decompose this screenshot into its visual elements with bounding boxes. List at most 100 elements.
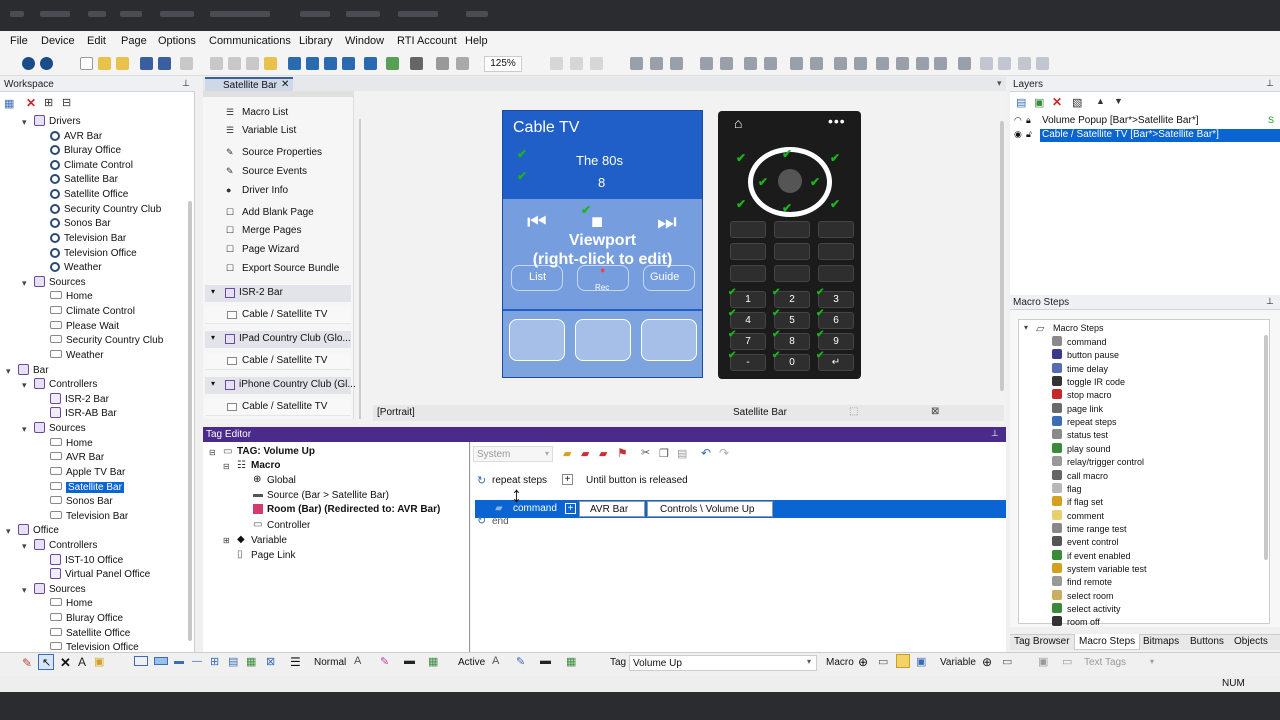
align-left-icon[interactable] [550,57,563,70]
menu-item-source-events[interactable]: Source Events [242,166,307,177]
menu-item-variable-list[interactable]: Variable List [242,125,296,136]
distribute-h-icon[interactable] [700,57,713,70]
lock-icon[interactable]: 🔒︎ [1026,115,1031,126]
expand-icon[interactable]: ⊞ [223,536,230,545]
collapse-icon[interactable]: ▾ [6,364,11,378]
macro-step-item[interactable]: event control [1052,536,1119,547]
room-toggle-icon[interactable] [896,654,910,668]
tag-tree-room[interactable]: Room (Bar) (Redirected to: AVR Bar) [267,504,440,515]
macro-step-item[interactable]: system variable test [1052,562,1147,574]
menu-page[interactable]: Page [121,35,147,47]
collapse-icon[interactable]: ▾ [22,422,27,436]
room-icon[interactable]: ▣ [1038,655,1048,668]
workspace-scrollbar[interactable] [188,201,192,641]
text-tool-icon[interactable]: A [78,655,86,669]
tab-tag-browser[interactable]: Tag Browser [1014,636,1070,647]
snap-icon[interactable] [456,57,469,70]
tag-tree-variable[interactable]: Variable [251,535,287,546]
command-value-field[interactable]: Controls \ Volume Up [647,501,773,517]
collapse-icon[interactable]: ▾ [22,539,27,553]
delete-layer-icon[interactable]: ✕ [1052,95,1062,109]
macro-step-item[interactable]: play sound [1052,442,1111,454]
collapse-icon[interactable]: ⊟ [223,462,230,471]
fill-active-icon[interactable]: ▬ [540,655,551,667]
highlight-active-icon[interactable]: ✎ [516,655,525,668]
picture-tool-icon[interactable]: ▦ [246,655,256,668]
layer-row[interactable]: ◠ 🔒︎ Volume Popup [Bar*>Satellite Bar*] … [1014,115,1278,128]
pin-icon[interactable]: ⊥ [1266,78,1274,89]
remote-preview[interactable]: ⌂ ••• ✔ ✔ ✔ ✔ ✔ ✔ ✔ ✔ 1 ✔ 2 ✔ 3 ✔ 4 ✔ 5 ✔ 6 ✔ 7 ✔ 8 ✔ 9 ✔… [718,111,861,379]
center-h-icon[interactable] [834,57,847,70]
highlight-normal-icon[interactable]: ✎ [380,655,389,668]
space-v-icon[interactable] [810,57,823,70]
macro-step-item[interactable]: status test [1052,429,1108,440]
controller-icon[interactable]: ▭ [1062,655,1072,668]
menu-options[interactable]: Options [158,35,196,47]
macro-step-item[interactable]: repeat steps [1052,416,1117,427]
network-icon[interactable] [342,57,355,70]
macro-step-item[interactable]: comment [1052,509,1104,521]
image-active-icon[interactable]: ▦ [566,655,576,668]
menu-communications[interactable]: Communications [209,35,291,47]
unlock-icon[interactable]: 🔓︎ [1026,129,1032,140]
grid-icon[interactable] [410,57,423,70]
close-tab-icon[interactable]: ✕ [281,79,289,90]
viewport-overlay-lower[interactable] [503,311,702,377]
menu-library[interactable]: Library [299,35,333,47]
tab-satellite-bar[interactable]: Satellite Bar ✕ [205,77,293,91]
macro-step-item[interactable]: if event enabled [1052,549,1131,561]
image-tool-icon[interactable]: ▣ [94,655,104,668]
copy-icon[interactable] [228,57,241,70]
menu-edit[interactable]: Edit [87,35,106,47]
order-icon[interactable] [958,57,971,70]
macro-step-item[interactable]: toggle IR code [1052,376,1125,387]
folder-icon[interactable] [116,57,129,70]
tag-tree-global[interactable]: Global [267,475,296,486]
slider-tool-icon[interactable]: ▬ [174,656,184,667]
menu-help[interactable]: Help [465,35,488,47]
chevron-down-icon[interactable]: ▾ [1150,657,1154,666]
macro-step-item[interactable]: button pause [1052,349,1119,360]
menu-item-macro-list[interactable]: Macro List [242,107,288,118]
save-all-icon[interactable] [158,57,171,70]
visibility-icon[interactable]: ◠ [1014,115,1022,126]
collapse-icon[interactable]: ▾ [211,333,215,342]
align-center-icon[interactable] [570,57,583,70]
bring-front-icon[interactable] [980,57,993,70]
fit-icon[interactable]: ⊠ [931,406,939,417]
add-layer-icon[interactable]: ▣ [1034,96,1044,109]
group-icon[interactable] [876,57,889,70]
macro-step-item[interactable]: page link [1052,402,1103,414]
canvas-scrollbar[interactable] [1000,121,1004,391]
tab-objects[interactable]: Objects [1234,636,1268,647]
grid-tool-icon[interactable]: ⊞ [210,655,219,668]
collapse-icon[interactable]: ▾ [22,583,27,597]
move-down-icon[interactable]: ▼ [1114,96,1123,106]
collapse-icon[interactable]: ▾ [211,379,215,388]
pin-icon[interactable]: ⊥ [991,428,999,439]
same-width-icon[interactable] [744,57,757,70]
rect-tool-icon[interactable] [134,656,148,666]
tab-bitmaps[interactable]: Bitmaps [1143,636,1179,647]
button-tool-icon[interactable] [154,657,168,665]
line-tool-icon[interactable]: — [192,656,202,667]
layout-icon[interactable] [436,57,449,70]
space-h-icon[interactable] [790,57,803,70]
macro-step-item[interactable]: command [1052,336,1107,347]
test-icon[interactable] [386,57,399,70]
device-icon[interactable] [364,57,377,70]
macro-step-item[interactable]: if flag set [1052,496,1103,507]
save-icon[interactable] [140,57,153,70]
globe-icon[interactable]: ⊕ [858,655,868,669]
same-height-icon[interactable] [764,57,777,70]
collapse-icon[interactable]: ▾ [22,115,27,129]
macro-step-item[interactable]: room off [1052,616,1100,627]
expand-all-icon[interactable]: ⊞ [44,96,53,109]
align-right-icon[interactable] [590,57,603,70]
macro-step-item[interactable]: call macro [1052,469,1108,481]
source-page-item[interactable]: Cable / Satellite TV [205,399,351,416]
macro-step-item[interactable]: select room [1052,589,1114,601]
source-page-item[interactable]: Cable / Satellite TV [205,307,351,324]
list-tool-icon[interactable]: ▤ [228,655,238,668]
expand-icon[interactable]: + [562,474,573,485]
